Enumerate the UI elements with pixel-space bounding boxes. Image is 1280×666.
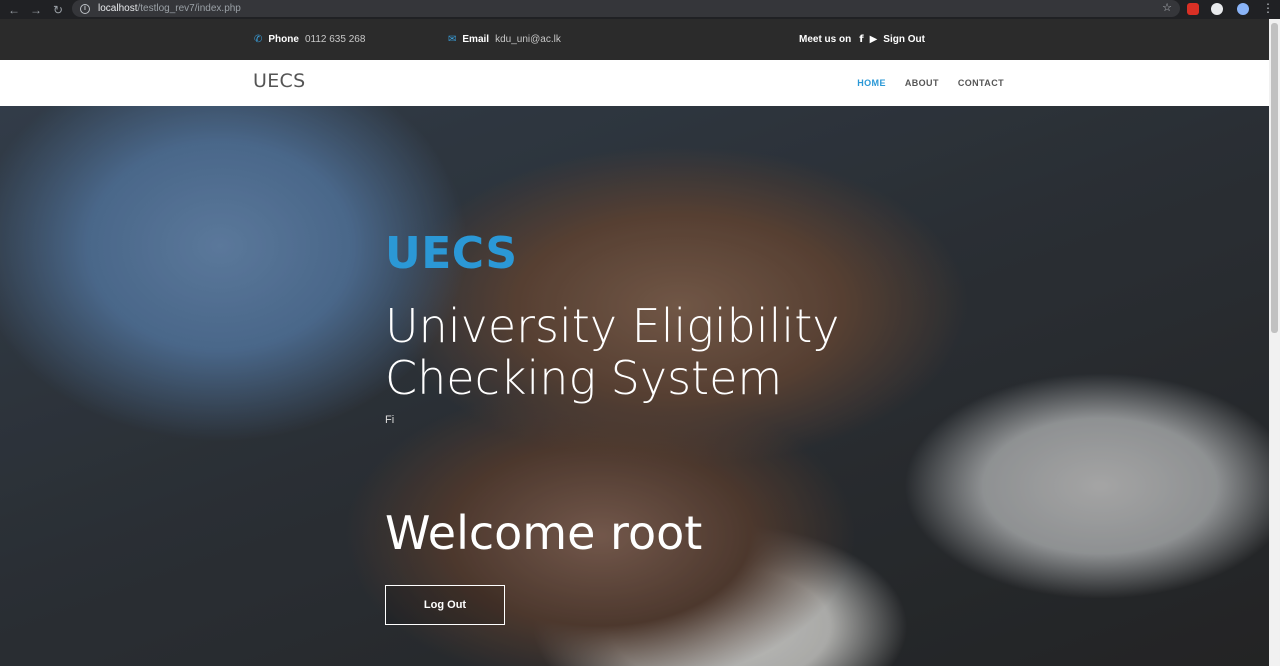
welcome-message: Welcome root [385,506,703,560]
email-label: Email [462,34,490,45]
hero-title: UECS [385,228,518,279]
envelope-icon: ✉ [448,34,457,45]
url-host: localhost [98,3,138,14]
phone-value: 0112 635 268 [304,34,366,45]
brand-logo[interactable]: UECS [253,70,305,92]
scrollbar-thumb[interactable] [1271,23,1278,333]
social-label: Meet us on [799,34,852,45]
nav-home[interactable]: HOME [857,78,886,88]
facebook-icon[interactable]: f [859,34,863,45]
bookmark-star-icon[interactable]: ☆ [1162,1,1172,14]
phone-label: Phone [268,34,299,45]
url-path: /testlog_rev7/index.php [137,3,241,14]
hero-section: UECS University Eligibility Checking Sys… [0,106,1269,666]
nav-menu: HOME ABOUT CONTACT [857,60,1004,106]
address-bar[interactable]: i localhost/testlog_rev7/index.php ☆ [72,0,1180,17]
browser-nav: ← → ↻ [0,4,70,16]
main-navbar: UECS HOME ABOUT CONTACT [0,60,1269,106]
back-arrow-icon[interactable]: ← [8,4,20,16]
phone-info: ✆ Phone 0112 635 268 [254,19,365,60]
logout-button[interactable]: Log Out [385,585,505,625]
extension-icon[interactable] [1187,3,1199,15]
email-info: ✉ Email kdu_uni@ac.lk [448,19,561,60]
page-scrollbar[interactable] [1269,19,1280,666]
forward-arrow-icon[interactable]: → [30,4,42,16]
hero-subtitle: University Eligibility Checking System [385,299,840,405]
url-text[interactable]: localhost/testlog_rev7/index.php [98,3,241,14]
reload-icon[interactable]: ↻ [52,4,64,16]
profile-icon[interactable] [1237,3,1249,15]
top-info-bar: ✆ Phone 0112 635 268 ✉ Email kdu_uni@ac.… [0,19,1269,60]
extension-icon[interactable] [1211,3,1223,15]
browser-toolbar: ← → ↻ i localhost/testlog_rev7/index.php… [0,0,1280,19]
nav-about[interactable]: ABOUT [905,78,939,88]
phone-icon: ✆ [254,34,263,45]
nav-contact[interactable]: CONTACT [958,78,1004,88]
info-icon[interactable]: i [80,3,90,14]
sign-out-link[interactable]: Sign Out [883,34,925,45]
email-value: kdu_uni@ac.lk [495,34,561,45]
hero-small-text: Fi [385,414,395,426]
social-links: Meet us on f ▶ Sign Out [799,19,927,60]
youtube-icon[interactable]: ▶ [870,34,878,45]
